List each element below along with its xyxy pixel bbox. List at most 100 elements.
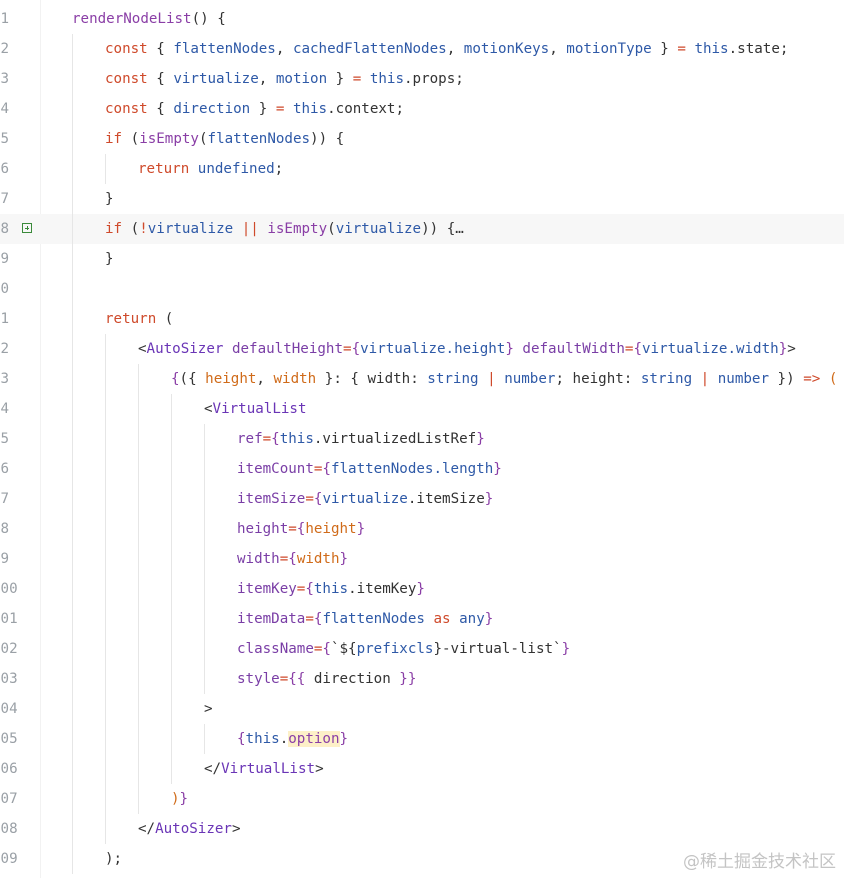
code-token: </ — [138, 821, 156, 837]
code-token: ( — [820, 371, 838, 387]
code-token: => — [803, 371, 821, 387]
indent-guide — [204, 634, 205, 664]
code-token: } — [179, 791, 189, 807]
code-token: { — [171, 371, 180, 387]
code-line[interactable]: 99width={width} — [0, 544, 844, 574]
code-line[interactable]: 97 itemSize={virtualize.itemSize} — [0, 484, 844, 514]
code-token: { — [271, 431, 280, 447]
code-token: { — [288, 551, 297, 567]
indent-guide — [138, 424, 139, 454]
code-line[interactable]: 107)} — [0, 784, 844, 814]
code-line[interactable]: 92<AutoSizer defaultHeight={virtualize.h… — [0, 334, 844, 364]
code-line[interactable]: 103 style={{ direction }} — [0, 664, 844, 694]
indent-guide — [171, 754, 172, 784]
code-token: } — [493, 461, 502, 477]
code-line[interactable]: 75if (isEmpty(flattenNodes)) { — [0, 124, 844, 154]
code-token: } — [356, 521, 366, 537]
line-number: 97 — [0, 491, 10, 507]
code-text: style={{ direction }} — [237, 664, 416, 694]
code-line[interactable]: 96 itemCount={flattenNodes.length} — [0, 454, 844, 484]
code-token: string — [427, 371, 479, 387]
code-line[interactable]: 105 {this.option} — [0, 724, 844, 754]
code-token: flattenNodes — [207, 131, 311, 147]
code-text: itemCount={flattenNodes.length} — [237, 454, 502, 484]
indent-guide — [72, 484, 73, 514]
line-number: 89 — [0, 251, 10, 267]
code-line[interactable]: 72 const { flattenNodes, cachedFlattenNod… — [0, 34, 844, 64]
code-line[interactable]: 101 itemData={flattenNodes as any} — [0, 604, 844, 634]
code-text: > — [204, 694, 213, 724]
code-line[interactable]: 89} — [0, 244, 844, 274]
code-line[interactable]: 91 return ( — [0, 304, 844, 334]
code-line[interactable]: 74 const { direction } = this.context; — [0, 94, 844, 124]
code-line[interactable]: 71 renderNodeList() { — [0, 4, 844, 34]
code-line[interactable]: 98 height={height} — [0, 514, 844, 544]
code-line[interactable]: 90 — [0, 274, 844, 304]
code-line[interactable]: 73 const { virtualize, motion } = this.pr… — [0, 64, 844, 94]
code-token: } — [476, 431, 485, 447]
code-line[interactable]: 95 ref={this.virtualizedListRef} — [0, 424, 844, 454]
code-line[interactable]: 93 {({ height, width }: { width: string |… — [0, 364, 844, 394]
code-token: as — [433, 611, 451, 627]
code-token: }) — [769, 371, 804, 387]
code-line[interactable]: 102className={`${prefixcls}-virtual-list… — [0, 634, 844, 664]
code-token: this — [313, 581, 349, 597]
code-token: = — [343, 341, 352, 357]
indent-guide — [138, 604, 139, 634]
code-token: } — [778, 341, 788, 357]
line-number: 104 — [0, 701, 18, 717]
code-token: itemKey — [237, 581, 297, 597]
code-token: ; — [555, 371, 573, 387]
indent-guide — [171, 424, 172, 454]
code-line[interactable]: 106 </VirtualList> — [0, 754, 844, 784]
code-line[interactable]: 100 itemKey={this.itemKey} — [0, 574, 844, 604]
code-token: { — [322, 461, 331, 477]
code-token: .props; — [404, 71, 464, 87]
code-line[interactable]: 78if (!virtualize || isEmpty(virtualize)… — [0, 214, 844, 244]
code-token: .state; — [728, 41, 789, 57]
indent-guide — [105, 814, 106, 844]
code-line[interactable]: 77} — [0, 184, 844, 214]
code-token: this — [292, 101, 328, 117]
code-token: } — [505, 341, 514, 357]
line-number: 106 — [0, 761, 18, 777]
code-token: .itemKey — [348, 581, 417, 597]
code-text: <VirtualList — [204, 394, 307, 424]
line-number: 71 — [0, 11, 10, 27]
code-token: prefixcls — [356, 641, 434, 657]
code-token: > — [787, 341, 796, 357]
indent-guide — [138, 724, 139, 754]
code-line[interactable]: 108 </AutoSizer> — [0, 814, 844, 844]
code-line[interactable]: 76 return undefined; — [0, 154, 844, 184]
code-token: width — [273, 371, 317, 387]
indent-guide — [138, 634, 139, 664]
code-token: itemSize — [237, 491, 306, 507]
code-token: { — [305, 581, 314, 597]
indent-guide — [105, 424, 106, 454]
indent-guide — [138, 694, 139, 724]
code-text: ref={this.virtualizedListRef} — [237, 424, 485, 454]
indent-guide — [138, 664, 139, 694]
code-token: = — [677, 41, 686, 57]
code-token: return — [105, 311, 157, 327]
indent-guide — [204, 484, 205, 514]
expand-fold-icon[interactable] — [22, 223, 32, 233]
line-number: 92 — [0, 341, 10, 357]
line-number: 107 — [0, 791, 18, 807]
code-token: ({ — [179, 371, 206, 387]
indent-guide — [138, 544, 139, 574]
indent-guide — [72, 784, 73, 814]
code-line[interactable]: 104 > — [0, 694, 844, 724]
indent-guide — [72, 124, 73, 154]
code-line[interactable]: 94 <VirtualList — [0, 394, 844, 424]
code-text: {({ height, width }: { width: string | n… — [171, 364, 837, 394]
code-token: , — [446, 41, 464, 57]
code-token: }: { — [316, 371, 368, 387]
indent-guide — [105, 754, 106, 784]
code-token: : — [623, 371, 641, 387]
code-token: || — [241, 221, 259, 237]
